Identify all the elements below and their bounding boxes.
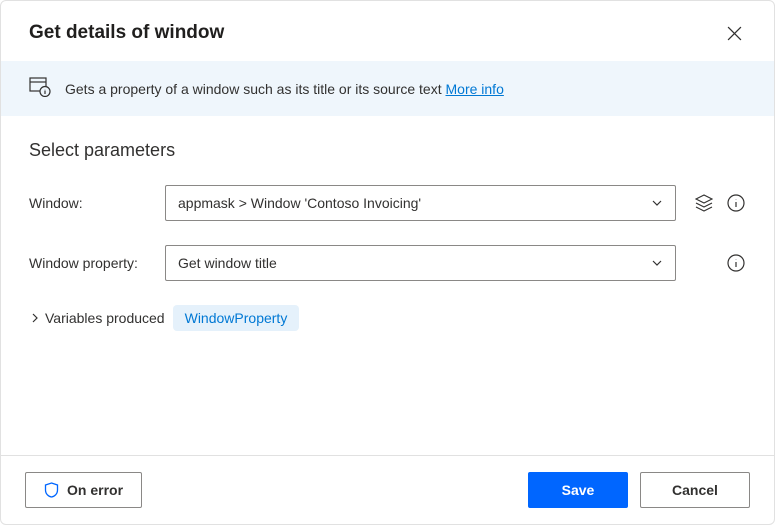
dialog-title: Get details of window [29, 22, 224, 44]
section-title: Select parameters [29, 140, 746, 161]
chevron-down-icon [647, 257, 667, 269]
property-help-button[interactable] [726, 253, 746, 273]
window-info-icon [29, 77, 51, 100]
variables-produced-toggle[interactable]: Variables produced [29, 310, 165, 326]
info-icon [727, 194, 745, 212]
close-button[interactable] [722, 21, 746, 45]
info-icon [727, 254, 745, 272]
info-banner: Gets a property of a window such as its … [1, 61, 774, 116]
property-dropdown-value: Get window title [178, 255, 277, 271]
save-button[interactable]: Save [528, 472, 628, 508]
chevron-down-icon [647, 197, 667, 209]
window-help-button[interactable] [726, 193, 746, 213]
more-info-link[interactable]: More info [446, 81, 504, 97]
property-dropdown[interactable]: Get window title [165, 245, 676, 281]
shield-icon [44, 482, 59, 498]
window-dropdown-value: appmask > Window 'Contoso Invoicing' [178, 195, 421, 211]
window-dropdown[interactable]: appmask > Window 'Contoso Invoicing' [165, 185, 676, 221]
variable-chip[interactable]: WindowProperty [173, 305, 300, 331]
layers-icon [695, 194, 713, 212]
chevron-right-icon [29, 312, 41, 324]
variables-produced-label: Variables produced [45, 310, 165, 326]
ui-element-picker-button[interactable] [694, 193, 714, 213]
on-error-button[interactable]: On error [25, 472, 142, 508]
window-label: Window: [29, 195, 165, 211]
property-label: Window property: [29, 255, 165, 271]
cancel-button[interactable]: Cancel [640, 472, 750, 508]
banner-text: Gets a property of a window such as its … [65, 81, 504, 97]
close-icon [727, 26, 742, 41]
